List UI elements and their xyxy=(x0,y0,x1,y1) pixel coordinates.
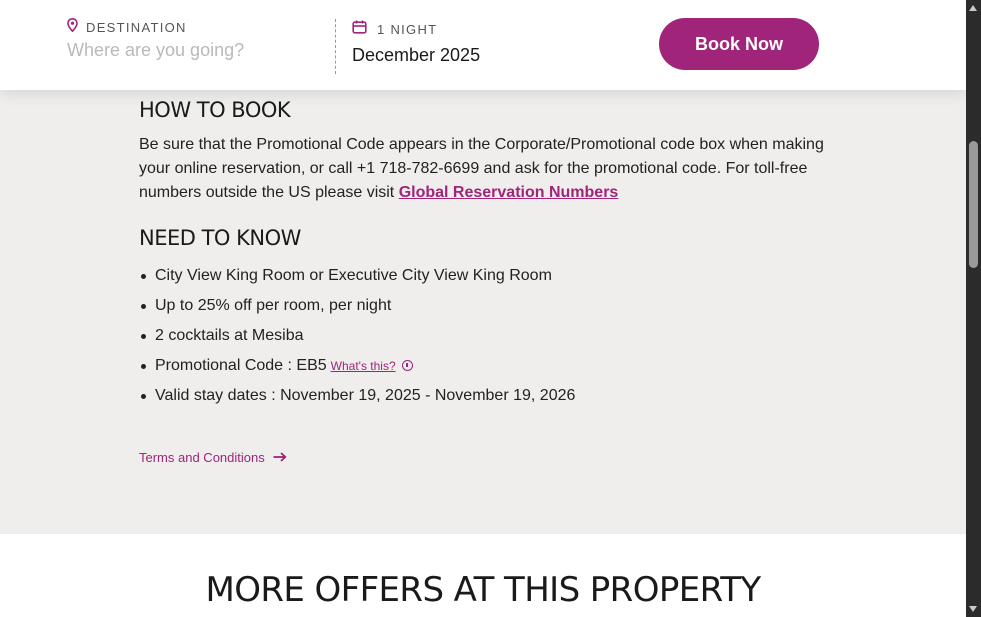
calendar-icon xyxy=(352,20,367,39)
list-item: 2 cocktails at Mesiba xyxy=(139,326,829,346)
list-item: City View King Room or Executive City Vi… xyxy=(139,266,829,286)
location-pin-icon xyxy=(67,17,78,37)
terms-label: Terms and Conditions xyxy=(139,450,265,465)
more-offers-section: MORE OFFERS AT THIS PROPERTY xyxy=(0,534,966,617)
field-divider xyxy=(335,19,336,74)
page: DESTINATION 1 NIGHT December 2025 Book xyxy=(0,0,966,617)
how-to-book-heading: HOW TO BOOK xyxy=(139,98,291,122)
booking-bar: DESTINATION 1 NIGHT December 2025 Book xyxy=(0,0,966,90)
need-to-know-heading: NEED TO KNOW xyxy=(139,226,301,250)
promo-code-text: Promotional Code : EB5 xyxy=(155,357,327,374)
destination-input[interactable] xyxy=(67,40,307,61)
global-reservation-numbers-link[interactable]: Global Reservation Numbers xyxy=(399,184,619,201)
dates-field[interactable]: 1 NIGHT December 2025 xyxy=(352,20,480,66)
list-item: Up to 25% off per room, per night xyxy=(139,296,829,316)
arrow-right-icon xyxy=(273,450,287,465)
scrollbar-thumb[interactable] xyxy=(969,141,978,268)
book-now-button[interactable]: Book Now xyxy=(659,18,819,70)
more-offers-heading: MORE OFFERS AT THIS PROPERTY xyxy=(205,570,761,610)
scroll-up-arrow-icon[interactable] xyxy=(969,5,977,11)
nights-label: 1 NIGHT xyxy=(377,22,438,37)
offer-details: HOW TO BOOK Be sure that the Promotional… xyxy=(139,98,829,416)
info-icon[interactable] xyxy=(401,360,413,371)
vertical-scrollbar[interactable] xyxy=(966,0,981,617)
terms-and-conditions-link[interactable]: Terms and Conditions xyxy=(139,450,287,465)
destination-label: DESTINATION xyxy=(86,20,187,35)
list-item: Valid stay dates : November 19, 2025 - N… xyxy=(139,386,829,406)
destination-header: DESTINATION xyxy=(67,17,187,37)
scroll-down-arrow-icon[interactable] xyxy=(969,606,977,612)
dates-value[interactable]: December 2025 xyxy=(352,45,480,66)
dates-header: 1 NIGHT xyxy=(352,20,480,39)
promo-code-item: Promotional Code : EB5 What's this? xyxy=(139,356,829,376)
whats-this-link[interactable]: What's this? xyxy=(331,359,396,373)
need-to-know-list: City View King Room or Executive City Vi… xyxy=(139,266,829,406)
destination-field[interactable]: DESTINATION xyxy=(67,17,307,61)
how-to-book-text: Be sure that the Promotional Code appear… xyxy=(139,133,829,205)
